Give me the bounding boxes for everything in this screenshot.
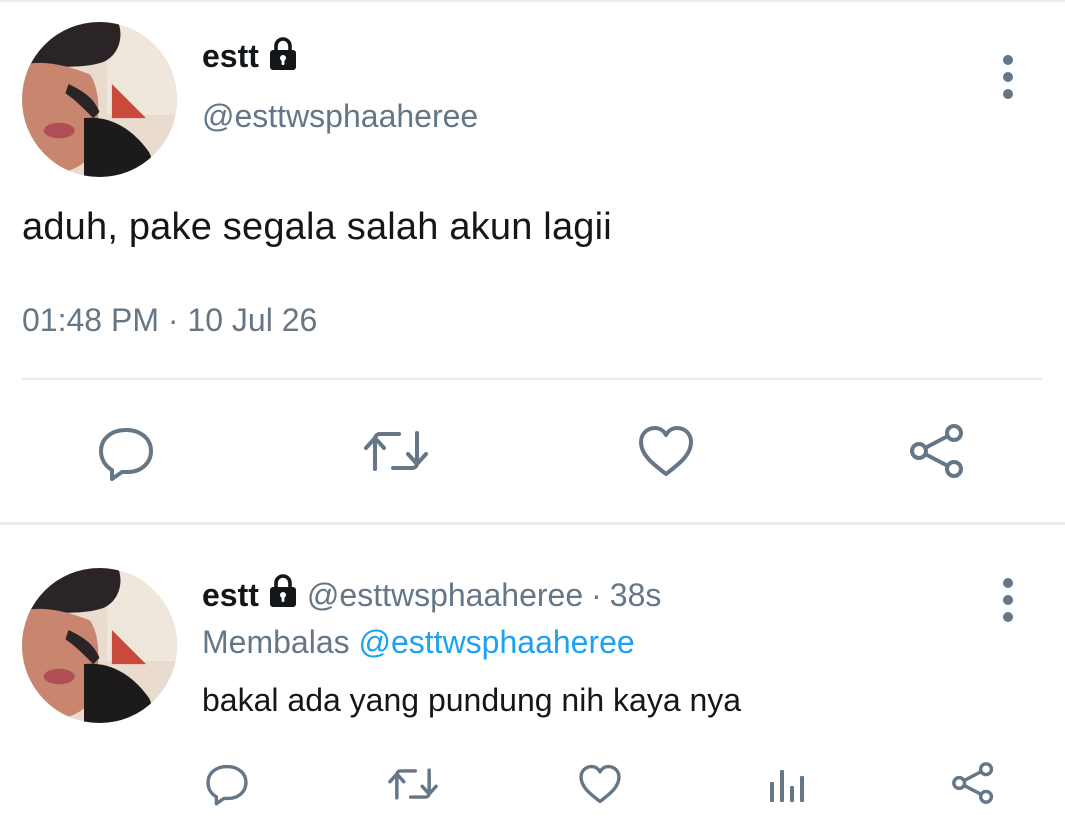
author-row: estt @esttwsphaaheree · 38s — [202, 574, 661, 616]
lock-icon — [267, 36, 299, 76]
analytics-icon — [770, 770, 804, 802]
tweet-time: 01:48 PM — [22, 302, 159, 338]
author-row: estt — [202, 36, 299, 76]
tweet-date: 10 Jul 26 — [187, 302, 318, 338]
meta-separator: · — [167, 302, 179, 338]
display-name[interactable]: estt — [202, 38, 259, 75]
top-divider — [0, 0, 1065, 2]
like-button[interactable] — [637, 424, 695, 478]
divider — [22, 378, 1042, 380]
tweet-age: 38s — [609, 576, 662, 613]
handle[interactable]: @esttwsphaaheree — [307, 577, 583, 614]
more-vertical-icon — [1003, 578, 1013, 588]
display-name[interactable]: estt — [202, 577, 259, 614]
like-icon — [579, 764, 621, 804]
share-button[interactable] — [907, 421, 967, 481]
reply-icon — [99, 428, 153, 481]
replying-label: Membalas — [202, 624, 350, 660]
retweet-button[interactable] — [387, 764, 439, 804]
more-options-button[interactable] — [1001, 578, 1015, 629]
retweet-button[interactable] — [363, 425, 429, 477]
tweet-text: aduh, pake segala salah akun lagii — [22, 206, 612, 248]
more-options-button[interactable] — [1001, 55, 1015, 106]
reply-button[interactable] — [205, 762, 249, 806]
tweet-text: bakal ada yang pundung nih kaya nya — [202, 682, 742, 718]
share-button[interactable] — [950, 760, 996, 806]
avatar-photo — [22, 568, 177, 723]
retweet-icon — [388, 768, 438, 800]
reply-icon — [206, 764, 248, 806]
avatar[interactable] — [22, 568, 177, 723]
avatar[interactable] — [22, 22, 177, 177]
tweet-timestamp: 01:48 PM · 10 Jul 26 — [22, 302, 317, 339]
replying-to-link[interactable]: @esttwsphaaheree — [359, 624, 635, 660]
share-icon — [952, 762, 994, 804]
like-button[interactable] — [578, 763, 622, 805]
analytics-button[interactable] — [767, 766, 807, 804]
reply-button[interactable] — [97, 424, 155, 482]
share-icon — [910, 424, 963, 478]
avatar-photo — [22, 22, 177, 177]
replying-to-line: Membalas @esttwsphaaheree — [202, 624, 635, 661]
like-icon — [639, 426, 693, 476]
handle[interactable]: @esttwsphaaheree — [202, 98, 478, 135]
lock-icon — [267, 574, 299, 616]
section-divider — [0, 522, 1065, 525]
more-vertical-icon — [1003, 55, 1013, 65]
retweet-icon — [364, 431, 428, 471]
meta-separator: · — [591, 576, 602, 613]
